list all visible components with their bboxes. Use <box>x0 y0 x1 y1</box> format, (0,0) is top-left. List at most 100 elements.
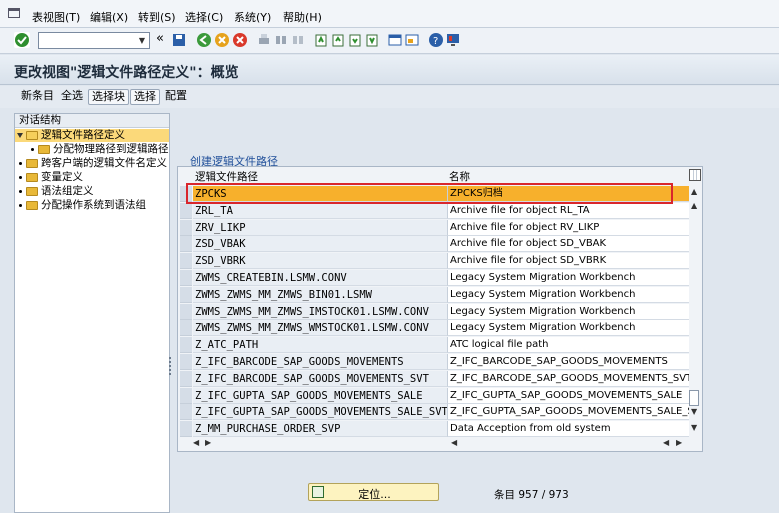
find-icon[interactable] <box>273 32 289 48</box>
position-button[interactable]: 定位... <box>308 483 439 501</box>
menu-table-view[interactable]: 表视图(T) <box>32 9 80 25</box>
first-page-icon[interactable] <box>313 32 329 48</box>
cell-path[interactable]: ZWMS_ZWMS_MM_ZMWS_BIN01.LSMW <box>193 286 447 303</box>
cell-path[interactable]: ZSD_VBAK <box>193 236 447 253</box>
tree-node-variable-definition[interactable]: 变量定义 <box>15 171 83 184</box>
cell-path[interactable]: Z_MM_PURCHASE_ORDER_SVP <box>193 421 447 438</box>
cell-path[interactable]: Z_IFC_BARCODE_SAP_GOODS_MOVEMENTS <box>193 354 447 370</box>
row-selector[interactable] <box>180 236 192 253</box>
row-selector[interactable] <box>180 387 192 404</box>
cell-path[interactable]: Z_IFC_BARCODE_SAP_GOODS_MOVEMENTS_SVT <box>193 370 447 387</box>
cell-name[interactable]: Legacy System Migration Workbench <box>447 303 689 320</box>
config-button[interactable]: 配置 <box>162 89 190 105</box>
scroll-right-icon[interactable]: ▶ <box>676 438 682 447</box>
scroll-left-end-icon[interactable]: ◀ <box>663 438 669 447</box>
table-settings-icon[interactable] <box>689 169 701 181</box>
scroll-down-small-icon[interactable]: ▼ <box>691 407 697 416</box>
row-selector[interactable] <box>180 202 192 219</box>
horizontal-scrollbar[interactable]: ◀ ▶ ◀ ◀ ▶ <box>193 437 688 449</box>
row-selector[interactable] <box>180 320 192 337</box>
exit-icon[interactable] <box>214 32 230 48</box>
customize-layout-icon[interactable] <box>445 32 461 48</box>
select-all-button[interactable]: 全选 <box>58 89 86 105</box>
collapse-icon[interactable]: « <box>156 32 172 48</box>
select-button[interactable]: 选择 <box>130 89 160 105</box>
cell-name[interactable]: ATC logical file path <box>447 337 689 354</box>
cell-path[interactable]: ZRV_LIKP <box>193 219 447 236</box>
cell-path[interactable]: ZWMS_ZWMS_MM_ZMWS_IMSTOCK01.LSMW.CONV <box>193 303 447 320</box>
scroll-up-icon[interactable]: ▲ <box>691 187 697 196</box>
page-title: 更改视图"逻辑文件路径定义"：概览 <box>14 65 239 81</box>
cell-name[interactable]: Legacy System Migration Workbench <box>447 320 689 337</box>
cell-name[interactable]: Data Accept​ion from old system <box>447 421 689 438</box>
shortcut-icon[interactable] <box>404 32 420 48</box>
scroll-left-small-icon[interactable]: ◀ <box>451 438 457 447</box>
cell-path[interactable]: Z_ATC_PATH <box>193 337 447 354</box>
tree-node-cross-client-filename[interactable]: 跨客户端的逻辑文件名定义 <box>15 157 167 170</box>
menu-selection[interactable]: 选择(C) <box>185 9 223 25</box>
back-icon[interactable] <box>196 32 212 48</box>
menu-bar: 表视图(T) 编辑(X) 转到(S) 选择(C) 系统(Y) 帮助(H) <box>0 0 779 28</box>
previous-page-icon[interactable] <box>330 32 346 48</box>
scroll-thumb[interactable] <box>689 390 699 406</box>
help-icon[interactable]: ? <box>428 32 444 48</box>
cell-path[interactable]: ZWMS_CREATEBIN.LSMW.CONV <box>193 270 447 286</box>
cell-path[interactable]: ZWMS_ZWMS_MM_ZMWS_WMSTOCK01.LSMW.CONV <box>193 320 447 337</box>
row-selector[interactable] <box>180 354 192 370</box>
row-selector[interactable] <box>180 270 192 286</box>
cell-path[interactable]: ZSD_VBRK <box>193 253 447 270</box>
tree-node-label: 跨客户端的逻辑文件名定义 <box>41 157 167 169</box>
cell-name[interactable]: Z_IFC_GUPTA_SAP_GOODS_MOVEMENTS_SALE_SVT <box>447 404 689 421</box>
row-selector[interactable] <box>180 421 192 438</box>
cell-name[interactable]: Legacy System Migration Workbench <box>447 270 689 286</box>
cell-path[interactable]: Z_IFC_GUPTA_SAP_GOODS_MOVEMENTS_SALE_SVT <box>193 404 447 421</box>
column-header-path[interactable]: 逻辑文件路径 <box>195 170 258 184</box>
scroll-up-small-icon[interactable]: ▲ <box>691 201 697 210</box>
scroll-down-icon[interactable]: ▼ <box>691 423 697 432</box>
tree-node-assign-os-syntax-group[interactable]: 分配操作系统到语法组 <box>15 199 146 212</box>
cancel-icon[interactable] <box>232 32 248 48</box>
vertical-scrollbar[interactable]: ▲ ▲ ▼ ▼ <box>688 185 701 437</box>
menu-help[interactable]: 帮助(H) <box>283 9 322 25</box>
menu-system[interactable]: 系统(Y) <box>234 9 271 25</box>
row-selector[interactable] <box>180 404 192 421</box>
save-icon[interactable] <box>171 32 187 48</box>
scroll-right-small-icon[interactable]: ▶ <box>205 438 211 447</box>
next-page-icon[interactable] <box>347 32 363 48</box>
cell-name[interactable]: Legacy System Migration Workbench <box>447 286 689 303</box>
last-page-icon[interactable] <box>364 32 380 48</box>
scroll-left-icon[interactable]: ◀ <box>193 438 199 447</box>
row-selector[interactable] <box>180 303 192 320</box>
expand-icon[interactable] <box>17 132 23 138</box>
row-selector[interactable] <box>180 286 192 303</box>
column-header-name[interactable]: 名称 <box>449 170 470 184</box>
row-selector[interactable] <box>180 253 192 270</box>
tree-node-syntax-group-definition[interactable]: 语法组定义 <box>15 185 94 198</box>
cell-name[interactable]: Z_IFC_BARCODE_SAP_GOODS_MOVEMENTS <box>447 354 689 370</box>
chevron-down-icon[interactable]: ▼ <box>135 33 149 48</box>
menu-edit[interactable]: 编辑(X) <box>90 9 128 25</box>
cell-name[interactable]: Archive file for object RL_TA <box>447 202 689 219</box>
new-session-icon[interactable] <box>387 32 403 48</box>
row-selector[interactable] <box>180 370 192 387</box>
cell-name[interactable]: Z_IFC_GUPTA_SAP_GOODS_MOVEMENTS_SALE <box>447 387 689 404</box>
cell-name[interactable]: Archive file for object SD_VBRK <box>447 253 689 270</box>
cell-name[interactable]: Archive file for object SD_VBAK <box>447 236 689 253</box>
new-entries-button[interactable]: 新条目 <box>18 89 57 105</box>
tree-node-assign-physical-path[interactable]: 分配物理路径到逻辑路径 <box>15 143 169 156</box>
tree-node-logical-file-path[interactable]: 逻辑文件路径定义 <box>15 129 169 142</box>
command-field[interactable]: ▼ <box>38 32 150 49</box>
row-selector[interactable] <box>180 219 192 236</box>
row-selector[interactable] <box>180 337 192 354</box>
select-block-button[interactable]: 选择块 <box>88 89 129 105</box>
cell-path[interactable]: Z_IFC_GUPTA_SAP_GOODS_MOVEMENTS_SALE <box>193 387 447 404</box>
sap-menu-icon[interactable] <box>8 8 20 18</box>
menu-goto[interactable]: 转到(S) <box>138 9 176 25</box>
find-next-icon[interactable] <box>290 32 306 48</box>
print-icon[interactable] <box>256 32 272 48</box>
cell-path[interactable]: ZRL_TA <box>193 202 447 219</box>
cell-name[interactable]: Archive file for object RV_LIKP <box>447 219 689 236</box>
cell-name[interactable]: Z_IFC_BARCODE_SAP_GOODS_MOVEMENTS_SVT <box>447 370 689 387</box>
panel-splitter[interactable] <box>168 355 172 379</box>
enter-icon[interactable] <box>14 32 30 48</box>
